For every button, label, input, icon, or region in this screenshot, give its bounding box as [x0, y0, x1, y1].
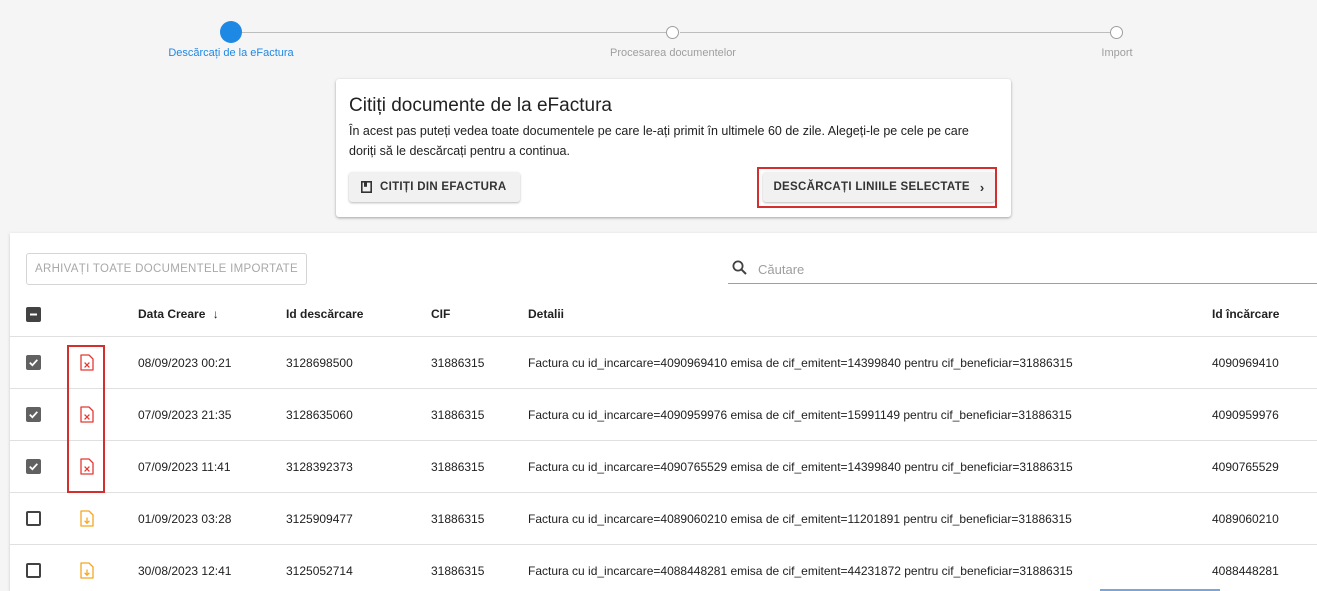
- row-checkbox[interactable]: [26, 511, 41, 526]
- step-3-indicator[interactable]: [1110, 26, 1123, 39]
- column-header-id-descarcare[interactable]: Id descărcare: [286, 307, 363, 321]
- step-3-label[interactable]: Import: [1101, 47, 1132, 59]
- step-2-indicator[interactable]: [666, 26, 679, 39]
- cell-detalii: Factura cu id_incarcare=4089060210 emisa…: [528, 512, 1072, 526]
- cell-id-incarcare: 4090765529: [1212, 460, 1279, 474]
- step-2-label[interactable]: Procesarea documentelor: [610, 47, 736, 59]
- cell-id-descarcare: 3125909477: [286, 512, 353, 526]
- table-row[interactable]: 07/09/2023 21:35 3128635060 31886315 Fac…: [10, 389, 1317, 441]
- cell-detalii: Factura cu id_incarcare=4090969410 emisa…: [528, 356, 1073, 370]
- cell-id-descarcare: 3128698500: [286, 356, 353, 370]
- step-1-label[interactable]: Descărcați de la eFactura: [168, 47, 293, 59]
- card-description: În acest pas puteți vedea toate document…: [349, 124, 969, 158]
- cell-date: 07/09/2023 11:41: [138, 460, 231, 474]
- file-download-icon[interactable]: [80, 510, 94, 527]
- table-row[interactable]: 30/08/2023 12:41 3125052714 31886315 Fac…: [10, 545, 1317, 591]
- column-header-cif[interactable]: CIF: [431, 307, 450, 321]
- stepper-connector: [680, 32, 1112, 33]
- cell-detalii: Factura cu id_incarcare=4088448281 emisa…: [528, 564, 1073, 578]
- efactura-import-page: Descărcați de la eFactura Procesarea doc…: [0, 0, 1317, 591]
- stepper-connector: [240, 32, 666, 33]
- read-button-label: CITIȚI DIN EFACTURA: [380, 181, 507, 193]
- row-checkbox[interactable]: [26, 459, 41, 474]
- search-field[interactable]: [728, 255, 1317, 284]
- column-header-id-incarcare[interactable]: Id încărcare: [1212, 307, 1279, 321]
- row-checkbox[interactable]: [26, 355, 41, 370]
- cell-date: 07/09/2023 21:35: [138, 408, 232, 422]
- cell-id-descarcare: 3128392373: [286, 460, 353, 474]
- cell-id-incarcare: 4090969410: [1212, 356, 1279, 370]
- cell-id-incarcare: 4088448281: [1212, 564, 1279, 578]
- highlight-download-button: [757, 167, 997, 208]
- cell-id-incarcare: 4090959976: [1212, 408, 1279, 422]
- card-title: Citiți documente de la eFactura: [349, 95, 612, 116]
- highlight-status-icons: [67, 345, 105, 493]
- table-row[interactable]: 08/09/2023 00:21 3128698500 31886315 Fac…: [10, 337, 1317, 389]
- book-icon: [361, 181, 372, 193]
- table-header: Data Creare ↓ Id descărcare CIF Detalii …: [10, 291, 1317, 337]
- read-from-efactura-button[interactable]: CITIȚI DIN EFACTURA: [349, 172, 521, 202]
- step-1-indicator[interactable]: [220, 21, 242, 43]
- table-row[interactable]: 01/09/2023 03:28 3125909477 31886315 Fac…: [10, 493, 1317, 545]
- stepper: Descărcați de la eFactura Procesarea doc…: [0, 0, 1317, 70]
- cell-cif: 31886315: [431, 408, 485, 422]
- cell-cif: 31886315: [431, 356, 485, 370]
- search-icon: [732, 260, 747, 275]
- documents-panel: ARHIVAȚI TOATE DOCUMENTELE IMPORTATE Dat…: [10, 233, 1317, 591]
- cell-detalii: Factura cu id_incarcare=4090959976 emisa…: [528, 408, 1072, 422]
- cell-date: 30/08/2023 12:41: [138, 564, 232, 578]
- cell-detalii: Factura cu id_incarcare=4090765529 emisa…: [528, 460, 1073, 474]
- cell-id-descarcare: 3128635060: [286, 408, 353, 422]
- row-checkbox[interactable]: [26, 563, 41, 578]
- file-download-icon[interactable]: [80, 562, 94, 579]
- select-all-checkbox[interactable]: [26, 307, 41, 322]
- cell-cif: 31886315: [431, 460, 485, 474]
- cell-id-descarcare: 3125052714: [286, 564, 353, 578]
- column-header-detalii[interactable]: Detalii: [528, 307, 564, 321]
- search-input[interactable]: [758, 259, 1298, 279]
- table-row[interactable]: 07/09/2023 11:41 3128392373 31886315 Fac…: [10, 441, 1317, 493]
- cell-id-incarcare: 4089060210: [1212, 512, 1279, 526]
- sort-desc-icon: ↓: [212, 307, 219, 321]
- cell-date: 08/09/2023 00:21: [138, 356, 232, 370]
- row-checkbox[interactable]: [26, 407, 41, 422]
- archive-imported-button[interactable]: ARHIVAȚI TOATE DOCUMENTELE IMPORTATE: [26, 253, 307, 285]
- column-label: Data Creare: [138, 307, 206, 321]
- cell-cif: 31886315: [431, 564, 485, 578]
- column-header-data-creare[interactable]: Data Creare ↓: [138, 307, 219, 321]
- cell-date: 01/09/2023 03:28: [138, 512, 232, 526]
- cell-cif: 31886315: [431, 512, 485, 526]
